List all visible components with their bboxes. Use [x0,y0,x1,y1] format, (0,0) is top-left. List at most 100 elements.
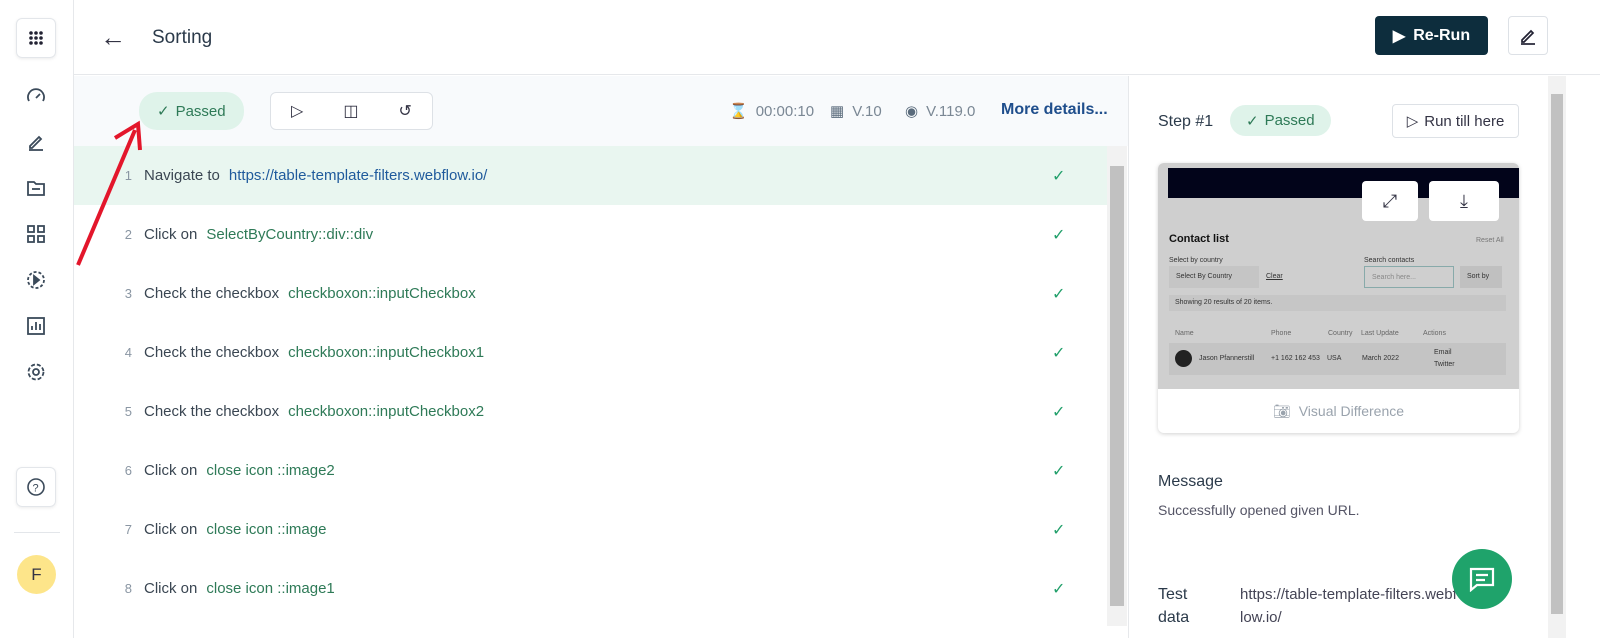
shot-column-header: Phone [1271,330,1292,337]
step-status-badge: ✓ Passed [1230,105,1331,136]
play-circle-icon: ▶ [1392,27,1406,45]
check-icon: ✓ [1052,226,1066,244]
check-icon: ✓ [1052,167,1066,185]
dashboard-gauge-icon[interactable] [16,76,56,116]
visual-difference-button[interactable]: 📷︎ Visual Difference [1158,389,1519,433]
shot-heading: Contact list [1169,233,1229,245]
run-till-here-label: Run till here [1424,112,1505,130]
steps-scrollbar[interactable] [1107,146,1127,626]
chat-icon [1469,567,1495,592]
check-circle-icon: ✓︎ [157,103,170,120]
shot-sort: Sort by [1460,266,1502,288]
rerun-button[interactable]: ▶ Re-Run [1375,16,1488,55]
hourglass-icon: ⌛ [729,103,748,120]
shot-showing: Showing 20 results of 20 items. [1169,295,1506,311]
run-till-here-button[interactable]: ▷ Run till here [1392,104,1519,138]
duration: ⌛ 00:00:10 [729,102,815,121]
help-icon[interactable]: ? [16,467,56,507]
shot-select: Select By Country [1169,266,1259,288]
check-circle-icon: ✓ [1246,112,1259,130]
shot-cell: Email [1434,349,1452,356]
pencil-icon [1521,29,1535,45]
more-details-link[interactable]: More details... [1001,101,1108,119]
step-row[interactable]: 2 Click on SelectByCountry::div::div ✓ [74,205,1107,264]
shot-select-label: Select by country [1169,257,1223,264]
visual-difference-label: Visual Difference [1298,403,1405,419]
os-version-value: V.10 [852,102,882,120]
shot-cell: March 2022 [1362,355,1399,362]
steps-list: 1 Navigate to https://table-template-filte… [74,146,1107,626]
expand-icon[interactable]: ⤢ [1362,181,1418,221]
step-row[interactable]: 1 Navigate to https://table-template-filte… [74,146,1107,205]
step-action: Navigate to [144,167,220,184]
step-row[interactable]: 6 Click on close icon ::image2 ✓ [74,441,1107,500]
step-target: SelectByCountry::div::div [206,226,374,243]
reports-chart-icon[interactable] [16,306,56,346]
chat-button[interactable] [1452,549,1512,609]
browser-version: ◉ V.119.0 [905,102,976,121]
apps-grid-icon[interactable] [16,18,56,58]
windows-icon: ▦ [830,103,845,120]
message-heading: Message [1158,473,1223,490]
step-status-text: Passed [1264,112,1315,129]
step-target: checkboxon::inputCheckbox1 [288,344,485,361]
shot-search: Search here... [1364,266,1454,288]
step-row[interactable]: 4 Check the checkbox checkboxon::inputChec… [74,323,1107,382]
step-action: Check the checkbox [144,403,280,420]
step-target: close icon ::image1 [206,580,335,597]
test-data-value: https://table-template-filters.webflow.i… [1240,586,1457,626]
step-target[interactable]: https://table-template-filters.webflow.i… [229,167,487,184]
back-arrow-icon[interactable]: ← [100,22,126,53]
step-number: 5 [124,404,132,419]
step-target: close icon ::image [206,521,327,538]
view-toggle-group: ▷ ◫ ↺ [270,92,433,130]
check-icon: ✓ [1052,580,1066,598]
step-screenshot-card: Contact list Reset All Select by country… [1158,163,1519,433]
shot-reset: Reset All [1476,237,1504,244]
step-row[interactable]: 8 Click on close icon ::image1 ✓ [74,559,1107,618]
step-number: 6 [124,463,132,478]
shot-clear: Clear [1266,273,1283,280]
browser-version-value: V.119.0 [926,102,976,120]
modules-grid-icon[interactable] [16,214,56,254]
check-icon: ✓ [1052,521,1066,539]
download-icon[interactable]: ⤓ [1429,181,1499,221]
step-row[interactable]: 5 Check the checkbox checkboxon::inputChec… [74,382,1107,441]
run-play-icon[interactable] [16,260,56,300]
step-target: checkboxon::inputCheckbox [288,285,476,302]
page-title: Sorting [152,27,213,48]
duration-value: 00:00:10 [755,102,815,120]
camera-icon: 📷︎ [1272,402,1291,419]
step-row[interactable]: 3 Check the checkbox checkboxon::inputChec… [74,264,1107,323]
step-number: 4 [124,345,132,360]
step-target: close icon ::image2 [206,462,335,479]
video-play-icon[interactable]: ▷ [291,101,303,121]
step-number: 7 [124,522,132,537]
step-number: 8 [124,581,132,596]
step-label: Step #1 [1158,113,1214,130]
message-text: Successfully opened given URL. [1158,502,1360,518]
shot-cell: USA [1327,355,1342,362]
step-action: Check the checkbox [144,344,280,361]
play-circle-icon: ▷ [1406,113,1419,130]
os-version: ▦ V.10 [830,102,882,121]
folder-icon[interactable] [16,168,56,208]
edit-pencil-icon[interactable] [16,122,56,162]
avatar[interactable]: F [17,555,56,594]
sidebar: ? F [0,0,74,638]
shot-row: Jason Pfannerstill +1 162 162 453 USA March… [1169,343,1506,375]
shot-column-header: Country [1328,330,1353,337]
status-badge: ✓︎ Passed [139,92,244,130]
divider [14,532,60,533]
step-row[interactable]: 7 Click on close icon ::image ✓ [74,500,1107,559]
test-data-label: Test data [1158,586,1190,626]
shot-cell: Jason Pfannerstill [1199,355,1255,362]
history-icon[interactable]: ↺ [399,101,412,121]
detail-scrollbar[interactable] [1548,76,1566,638]
shot-cell: Twitter [1434,361,1455,368]
settings-gear-icon[interactable] [16,352,56,392]
chrome-icon: ◉ [905,103,919,120]
edit-button[interactable] [1508,16,1548,55]
shot-cell: +1 162 162 453 [1271,355,1320,362]
screenshots-icon[interactable]: ◫ [343,101,358,121]
